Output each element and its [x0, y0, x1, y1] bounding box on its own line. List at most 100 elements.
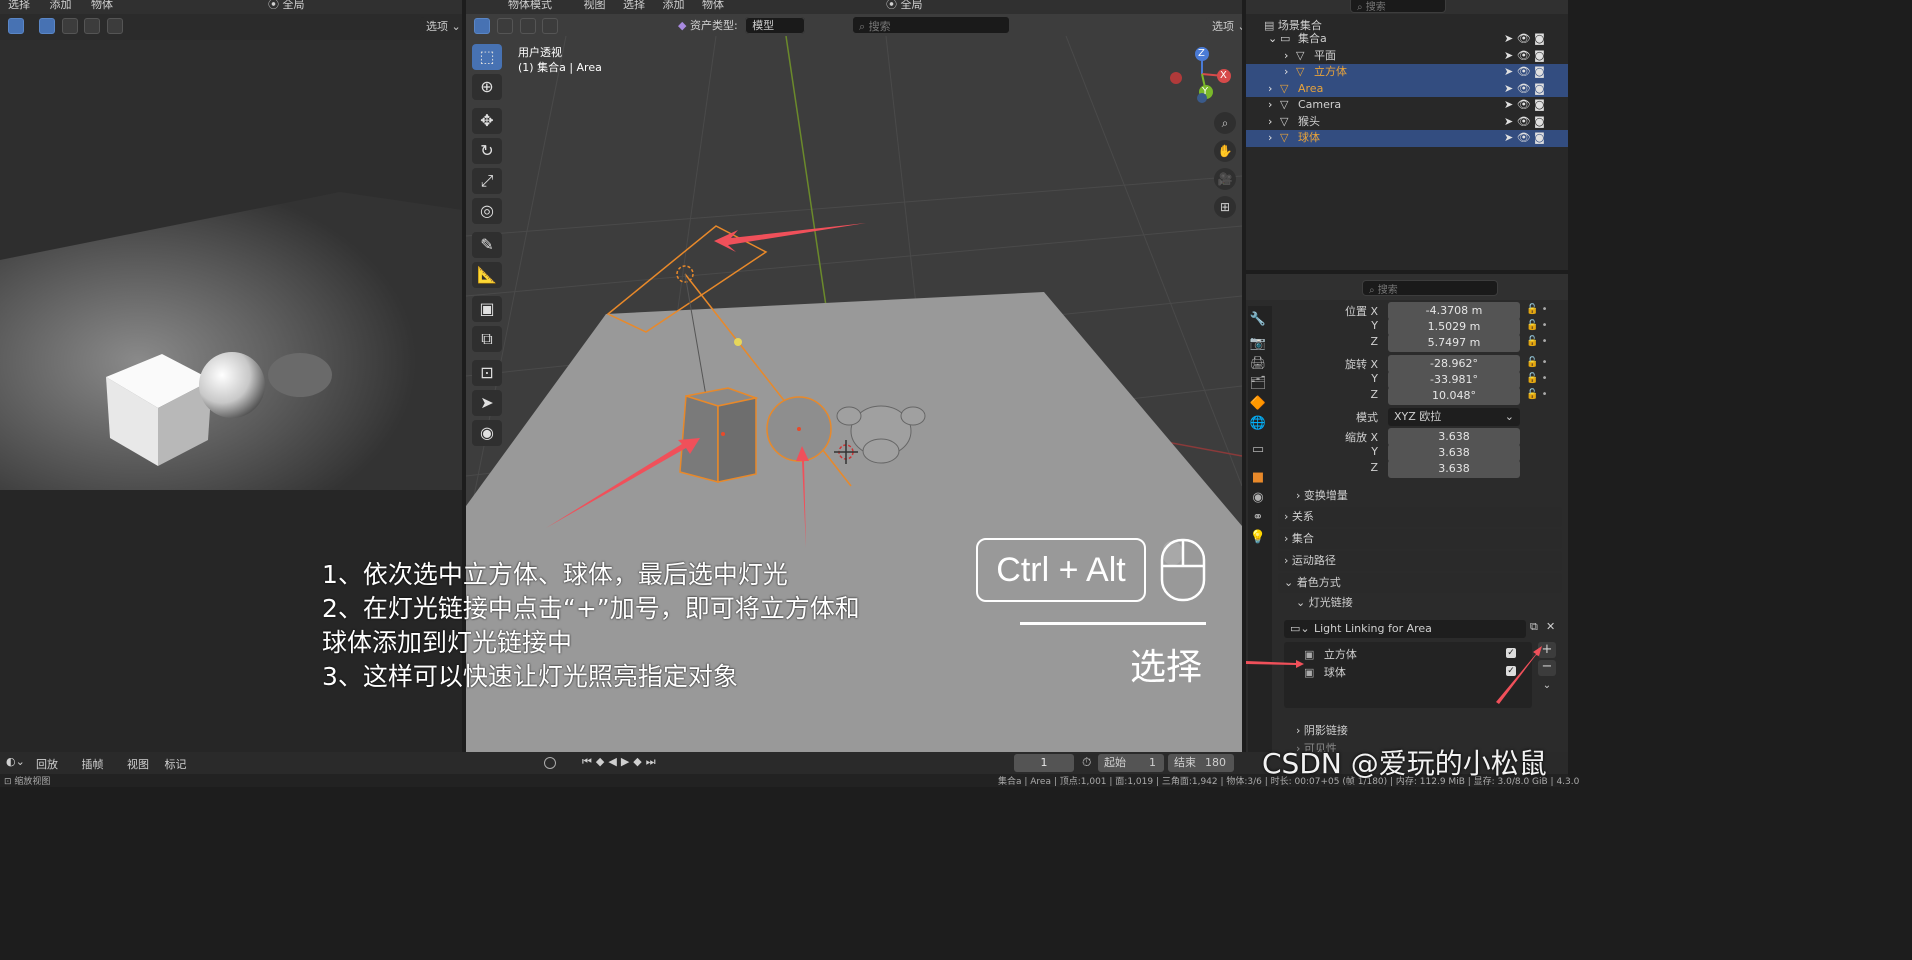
left-options-dropdown[interactable]: 选项 ⌄: [420, 17, 462, 35]
scene-tab-icon[interactable]: 🔶: [1248, 394, 1268, 414]
outliner-row[interactable]: › ▽ 立方体 ➤ 👁 ◙: [1246, 64, 1568, 81]
expand-chevron-icon[interactable]: ›: [1268, 97, 1272, 114]
visibility-toggles-icon[interactable]: ➤ 👁 ◙: [1504, 97, 1545, 114]
menu-select[interactable]: 选择: [8, 0, 30, 11]
ortho-grid-icon[interactable]: ⊞: [1214, 196, 1236, 218]
menu-add[interactable]: 添加: [663, 0, 685, 11]
annotate-tool-icon[interactable]: ✎: [472, 232, 502, 258]
outliner-search-input[interactable]: ⌕ 搜索: [1350, 0, 1446, 13]
section-relations[interactable]: › 关系: [1278, 507, 1562, 527]
object-tab-icon[interactable]: ■: [1248, 468, 1268, 488]
outliner-row[interactable]: › ▽ 猴头 ➤ 👁 ◙: [1246, 114, 1568, 131]
menu-playback[interactable]: 回放: [36, 758, 58, 771]
expand-chevron-icon[interactable]: ›: [1284, 64, 1288, 81]
menu-keying[interactable]: 插帧: [82, 758, 104, 771]
visibility-toggles-icon[interactable]: ➤ 👁 ◙: [1504, 64, 1545, 81]
main-options-dropdown[interactable]: 选项 ⌄: [1206, 17, 1242, 35]
timeline-editor-icon[interactable]: ◐⌄: [6, 755, 25, 768]
scale-z-field[interactable]: 3.638: [1388, 460, 1520, 478]
expand-chevron-icon[interactable]: ⌄: [1268, 31, 1277, 48]
pointer-tool-icon[interactable]: ➤: [472, 390, 502, 416]
camera-view-icon[interactable]: 🎥: [1214, 168, 1236, 190]
menu-view[interactable]: 视图: [127, 758, 149, 771]
select-box-tool-icon[interactable]: ⬚: [472, 44, 502, 70]
cursor-tool-icon[interactable]: ⊕: [472, 74, 502, 100]
section-shading[interactable]: ⌄ 着色方式: [1278, 573, 1562, 593]
menu-marker[interactable]: 标记: [165, 758, 187, 771]
expand-chevron-icon[interactable]: ›: [1268, 114, 1272, 131]
pan-hand-icon[interactable]: ✋: [1214, 140, 1236, 162]
current-frame-field[interactable]: 1: [1014, 754, 1074, 772]
tool-tab-icon[interactable]: 🔧: [1248, 310, 1268, 330]
add-cube-tool-icon[interactable]: ▣: [472, 296, 502, 322]
select-box-icon[interactable]: [8, 18, 24, 34]
move-tool-icon[interactable]: ✥: [472, 108, 502, 134]
lock-icon[interactable]: 🔓 •: [1526, 334, 1562, 350]
constraint-tab-icon[interactable]: ⚭: [1248, 508, 1268, 528]
mode-extend-icon[interactable]: [61, 18, 78, 34]
add-object-tool-icon[interactable]: ⧉: [472, 326, 502, 352]
lock-icon[interactable]: 🔓 •: [1526, 355, 1562, 371]
target-tool-icon[interactable]: ◉: [472, 420, 502, 446]
menu-view[interactable]: 视图: [584, 0, 606, 11]
outliner-row[interactable]: › ▽ Camera ➤ 👁 ◙: [1246, 97, 1568, 114]
scale-tool-icon[interactable]: ⤢: [472, 168, 502, 194]
menu-add[interactable]: 添加: [50, 0, 72, 11]
outliner-row[interactable]: › ▽ 球体 ➤ 👁 ◙: [1246, 130, 1568, 147]
visibility-toggles-icon[interactable]: ➤ 👁 ◙: [1504, 81, 1545, 98]
view-layer-tab-icon[interactable]: 🗂: [1248, 374, 1268, 394]
world-tab-icon[interactable]: 🌐: [1248, 414, 1268, 434]
menu-object[interactable]: 物体: [702, 0, 724, 11]
transform-tool-icon[interactable]: ◎: [472, 198, 502, 224]
lock-icon[interactable]: 🔓 •: [1526, 371, 1562, 387]
main-transform-orientation[interactable]: ⦿ 全局: [886, 0, 923, 12]
section-light-linking[interactable]: ⌄ 灯光链接: [1296, 594, 1353, 610]
start-frame-field[interactable]: 起始 1: [1098, 754, 1164, 772]
mode-subtract-icon[interactable]: [84, 18, 101, 34]
rotate-tool-icon[interactable]: ↻: [472, 138, 502, 164]
mode-new-icon[interactable]: [474, 18, 490, 34]
expand-chevron-icon[interactable]: ›: [1268, 81, 1272, 98]
asset-search-input[interactable]: ⌕ 搜索: [852, 16, 1010, 34]
expand-chevron-icon[interactable]: ›: [1284, 48, 1288, 65]
collection-tab-icon[interactable]: ▭: [1248, 440, 1268, 460]
physics-tab-icon[interactable]: ◉: [1248, 488, 1268, 508]
asset-type-dropdown[interactable]: 模型: [745, 17, 806, 34]
frame-tool-icon[interactable]: ⊡: [472, 360, 502, 386]
menu-select[interactable]: 选择: [623, 0, 645, 11]
menu-object[interactable]: 物体: [91, 0, 113, 11]
playback-controls[interactable]: ⏮◆◀▶◆⏭: [582, 755, 660, 769]
section-delta-transform[interactable]: › 变换增量: [1296, 487, 1348, 503]
zoom-icon[interactable]: ⌕: [1214, 112, 1236, 134]
visibility-toggles-icon[interactable]: ➤ 👁 ◙: [1504, 130, 1545, 147]
lock-icon[interactable]: 🔓 •: [1526, 302, 1562, 318]
section-motion-paths[interactable]: › 运动路径: [1278, 551, 1562, 571]
expand-chevron-icon[interactable]: ›: [1268, 130, 1272, 147]
section-collections[interactable]: › 集合: [1278, 529, 1562, 549]
record-button-icon[interactable]: [544, 757, 556, 769]
mode-intersect-icon[interactable]: [542, 18, 559, 34]
properties-search-input[interactable]: ⌕ 搜索: [1362, 280, 1498, 296]
mode-extend-icon[interactable]: [496, 18, 513, 34]
location-z-field[interactable]: 5.7497 m: [1388, 334, 1520, 352]
section-shadow-linking[interactable]: › 阴影链接: [1296, 722, 1348, 738]
mode-intersect-icon[interactable]: [107, 18, 124, 34]
rotation-z-field[interactable]: 10.048°: [1388, 387, 1520, 405]
end-frame-field[interactable]: 结束 180: [1168, 754, 1234, 772]
data-tab-icon[interactable]: 💡: [1248, 528, 1268, 548]
lock-icon[interactable]: 🔓 •: [1526, 387, 1562, 403]
render-tab-icon[interactable]: 📷: [1248, 334, 1268, 354]
object-mode-dropdown[interactable]: 物体模式: [508, 0, 552, 11]
left-transform-orientation[interactable]: ⦿ 全局: [268, 0, 305, 12]
lock-icon[interactable]: 🔓 •: [1526, 318, 1562, 334]
rotation-mode-dropdown[interactable]: XYZ 欧拉 ⌄: [1388, 408, 1520, 426]
mode-subtract-icon[interactable]: [519, 18, 536, 34]
visibility-toggles-icon[interactable]: ➤ 👁 ◙: [1504, 114, 1545, 131]
outliner-row[interactable]: › ▽ 平面 ➤ 👁 ◙: [1246, 48, 1568, 65]
outliner-row[interactable]: ⌄ ▭ 集合a ➤ 👁 ◙: [1246, 31, 1568, 48]
output-tab-icon[interactable]: 🖨: [1248, 354, 1268, 374]
visibility-toggles-icon[interactable]: ➤ 👁 ◙: [1504, 31, 1545, 48]
measure-tool-icon[interactable]: 📐: [472, 262, 502, 288]
mode-new-icon[interactable]: [38, 18, 55, 34]
visibility-toggles-icon[interactable]: ➤ 👁 ◙: [1504, 48, 1545, 65]
